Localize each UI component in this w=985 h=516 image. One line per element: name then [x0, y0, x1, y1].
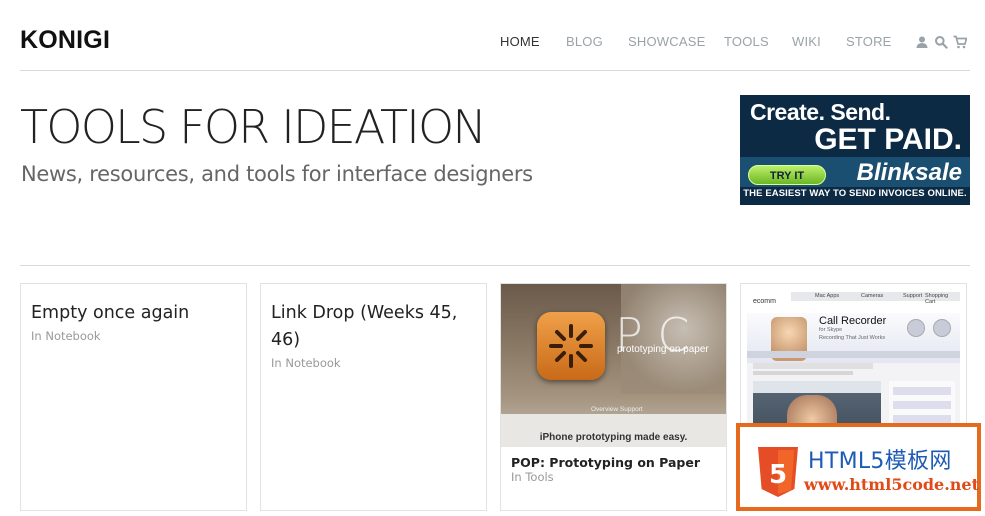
post-category[interactable]: In Tools [511, 470, 554, 484]
post-category[interactable]: In Notebook [31, 329, 101, 343]
nav-blog[interactable]: BLOG [566, 34, 603, 49]
hero-subtitle: News, resources, and tools for interface… [21, 162, 533, 186]
ad-try-button[interactable]: TRY IT [748, 165, 826, 185]
thumb-logo: ecomm [753, 298, 776, 305]
thumb-menu: Mac Apps Cameras Support Shopping Cart [791, 292, 960, 305]
nav-home[interactable]: HOME [500, 34, 540, 49]
hero-divider [20, 265, 970, 266]
thumb-menu-item: Support [903, 293, 923, 299]
post-card[interactable]: Link Drop (Weeks 45, 46) In Notebook [260, 283, 487, 511]
thumb-buy-button [933, 319, 951, 337]
post-thumbnail[interactable]: P C prototyping on paper Overview Suppor… [501, 284, 726, 447]
shield-number: 5 [769, 460, 787, 490]
blinksale-ad[interactable]: Create. Send. GET PAID. TRY IT Blinksale… [740, 95, 970, 205]
nav-showcase[interactable]: SHOWCASE [628, 34, 705, 49]
cart-icon[interactable] [953, 34, 968, 49]
thumb-product-for: for Skype [819, 327, 843, 333]
thumb-menu-item: Shopping Cart [925, 293, 949, 305]
watermark-title: HTML5模板网 [808, 449, 952, 474]
watermark-url: www.html5code.net [804, 475, 979, 494]
thumb-text-line [753, 371, 853, 375]
ad-tagline: THE EASIEST WAY TO SEND INVOICES ONLINE. [743, 188, 967, 199]
thumb-subnav [747, 351, 960, 358]
pop-caption: iPhone prototyping made easy. [539, 432, 688, 443]
nav-tools[interactable]: TOOLS [724, 34, 769, 49]
pop-links: Overview Support [591, 406, 643, 413]
header-divider [20, 70, 970, 71]
pop-app-icon [537, 312, 605, 380]
post-card[interactable]: Empty once again In Notebook [20, 283, 247, 511]
search-icon[interactable] [934, 34, 948, 49]
thumb-menu-item: Cameras [861, 293, 884, 299]
ad-headline-2: GET PAID. [814, 123, 962, 156]
nav-store[interactable]: STORE [846, 34, 892, 49]
pop-tagline: prototyping on paper [617, 344, 709, 355]
post-category[interactable]: In Notebook [271, 356, 341, 370]
post-title[interactable]: Empty once again [31, 300, 236, 327]
thumb-text-line [753, 363, 873, 369]
html5-shield-icon: 5 [758, 447, 798, 497]
hero-title: TOOLS FOR IDEATION [20, 100, 487, 154]
watermark: 5 HTML5模板网 www.html5code.net [736, 423, 981, 511]
site-logo[interactable]: KONIGI [20, 26, 110, 55]
nav-wiki[interactable]: WIKI [792, 34, 821, 49]
post-title[interactable]: POP: Prototyping on Paper [511, 455, 700, 470]
ad-headline-1: Create. Send. [750, 99, 891, 125]
post-card[interactable]: P C prototyping on paper Overview Suppor… [500, 283, 727, 511]
thumb-menu-item: Mac Apps [815, 293, 840, 299]
thumb-product-sub: Recording That Just Works [819, 335, 886, 341]
thumb-video-header [753, 381, 881, 393]
page: KONIGI HOME BLOG SHOWCASE TOOLS WIKI STO… [0, 0, 985, 516]
thumb-product-title: Call Recorder [819, 315, 887, 327]
ad-brand: Blinksale [856, 159, 962, 186]
post-title[interactable]: Link Drop (Weeks 45, 46) [271, 300, 476, 354]
user-icon[interactable] [915, 34, 929, 48]
thumb-download-button [907, 319, 925, 337]
